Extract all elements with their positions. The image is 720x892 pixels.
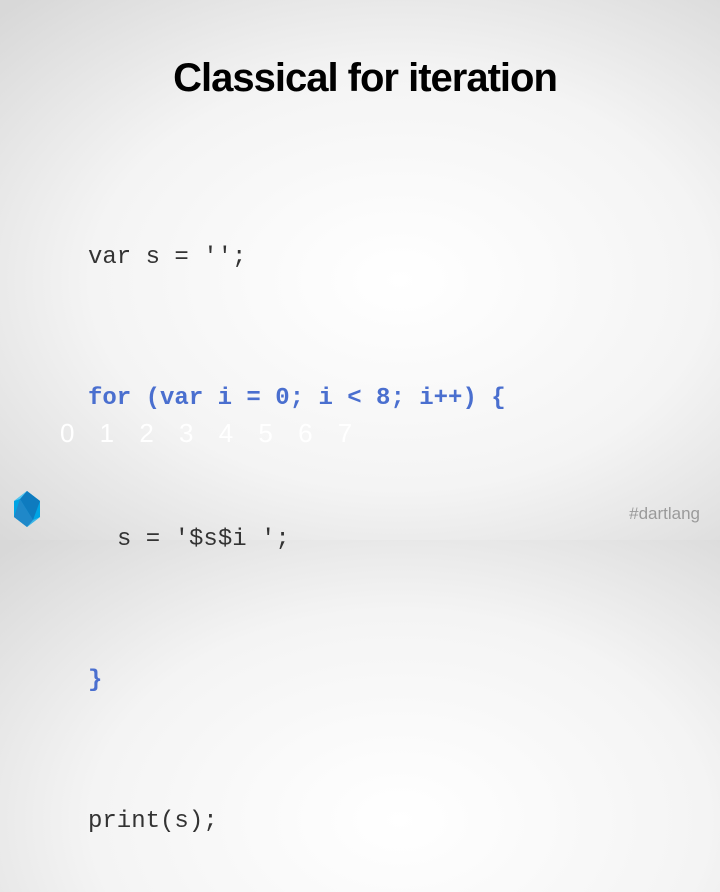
code-text: print(s);	[88, 808, 218, 835]
code-line: print(s);	[88, 798, 506, 845]
code-block: var s = ''; for (var i = 0; i < 8; i++) …	[88, 140, 506, 892]
code-line: for (var i = 0; i < 8; i++) {	[88, 375, 506, 422]
code-text: }	[88, 667, 103, 694]
hashtag-label: #dartlang	[629, 504, 700, 523]
slide-title: Classical for iteration	[173, 56, 558, 100]
program-output: 0 1 2 3 4 5 6 7	[60, 418, 362, 448]
dart-logo-icon	[14, 491, 40, 527]
code-text: var s = '';	[88, 244, 247, 271]
code-line: var s = '';	[88, 234, 506, 281]
code-text: for (var i = 0; i < 8; i++) {	[88, 385, 506, 412]
code-line: }	[88, 657, 506, 704]
